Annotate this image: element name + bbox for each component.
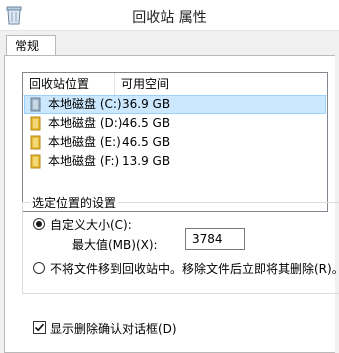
drive-name: 本地磁盘 (D:) <box>48 116 123 130</box>
drive-row-f[interactable]: 本地磁盘 (F:) 13.9 GB <box>24 152 326 171</box>
drive-free-space: 13.9 GB <box>122 154 171 168</box>
tab-strip: 常规 <box>0 31 339 56</box>
drive-row-c[interactable]: 本地磁盘 (C:) 36.9 GB <box>24 95 326 114</box>
delete-immediately-label[interactable]: 不将文件移到回收站中。移除文件后立即将其删除(R)。 <box>50 260 339 277</box>
window-title: 回收站 属性 <box>132 10 207 26</box>
show-confirm-checkbox[interactable] <box>33 321 46 334</box>
custom-size-radio[interactable] <box>33 218 45 230</box>
max-value-label: 最大值(MB)(X): <box>72 238 158 252</box>
drive-row-d[interactable]: 本地磁盘 (D:) 46.5 GB <box>24 114 326 133</box>
list-header: 回收站位置 可用空间 <box>23 73 327 96</box>
drive-free-space: 46.5 GB <box>122 116 171 130</box>
system-drive-icon <box>30 97 41 112</box>
show-confirm-label[interactable]: 显示删除确认对话框(D) <box>50 320 177 337</box>
drive-icon <box>30 154 41 169</box>
drive-name: 本地磁盘 (E:) <box>48 135 121 149</box>
max-size-input[interactable]: 3784 <box>185 228 245 250</box>
drive-icon <box>30 135 41 150</box>
drive-free-space: 36.9 GB <box>122 97 171 111</box>
title-bar: 回收站 属性 <box>0 0 339 31</box>
column-header-free-space[interactable]: 可用空间 <box>115 73 235 95</box>
recycle-location-list[interactable]: 回收站位置 可用空间 本地磁盘 (C:) 36.9 GB 本地磁盘 (D:) 4… <box>22 72 328 212</box>
checkmark-icon <box>34 323 45 332</box>
drive-name: 本地磁盘 (F:) <box>48 154 120 168</box>
column-header-location[interactable]: 回收站位置 <box>23 73 115 95</box>
location-settings-label: 选定位置的设置 <box>30 194 119 211</box>
delete-immediately-radio[interactable] <box>33 262 45 274</box>
drive-icon <box>30 116 41 131</box>
drive-free-space: 46.5 GB <box>122 135 171 149</box>
custom-size-label[interactable]: 自定义大小(C): <box>50 216 132 233</box>
tab-general[interactable]: 常规 <box>6 35 56 56</box>
drive-name: 本地磁盘 (C:) <box>48 97 122 111</box>
drive-row-e[interactable]: 本地磁盘 (E:) 46.5 GB <box>24 133 326 152</box>
